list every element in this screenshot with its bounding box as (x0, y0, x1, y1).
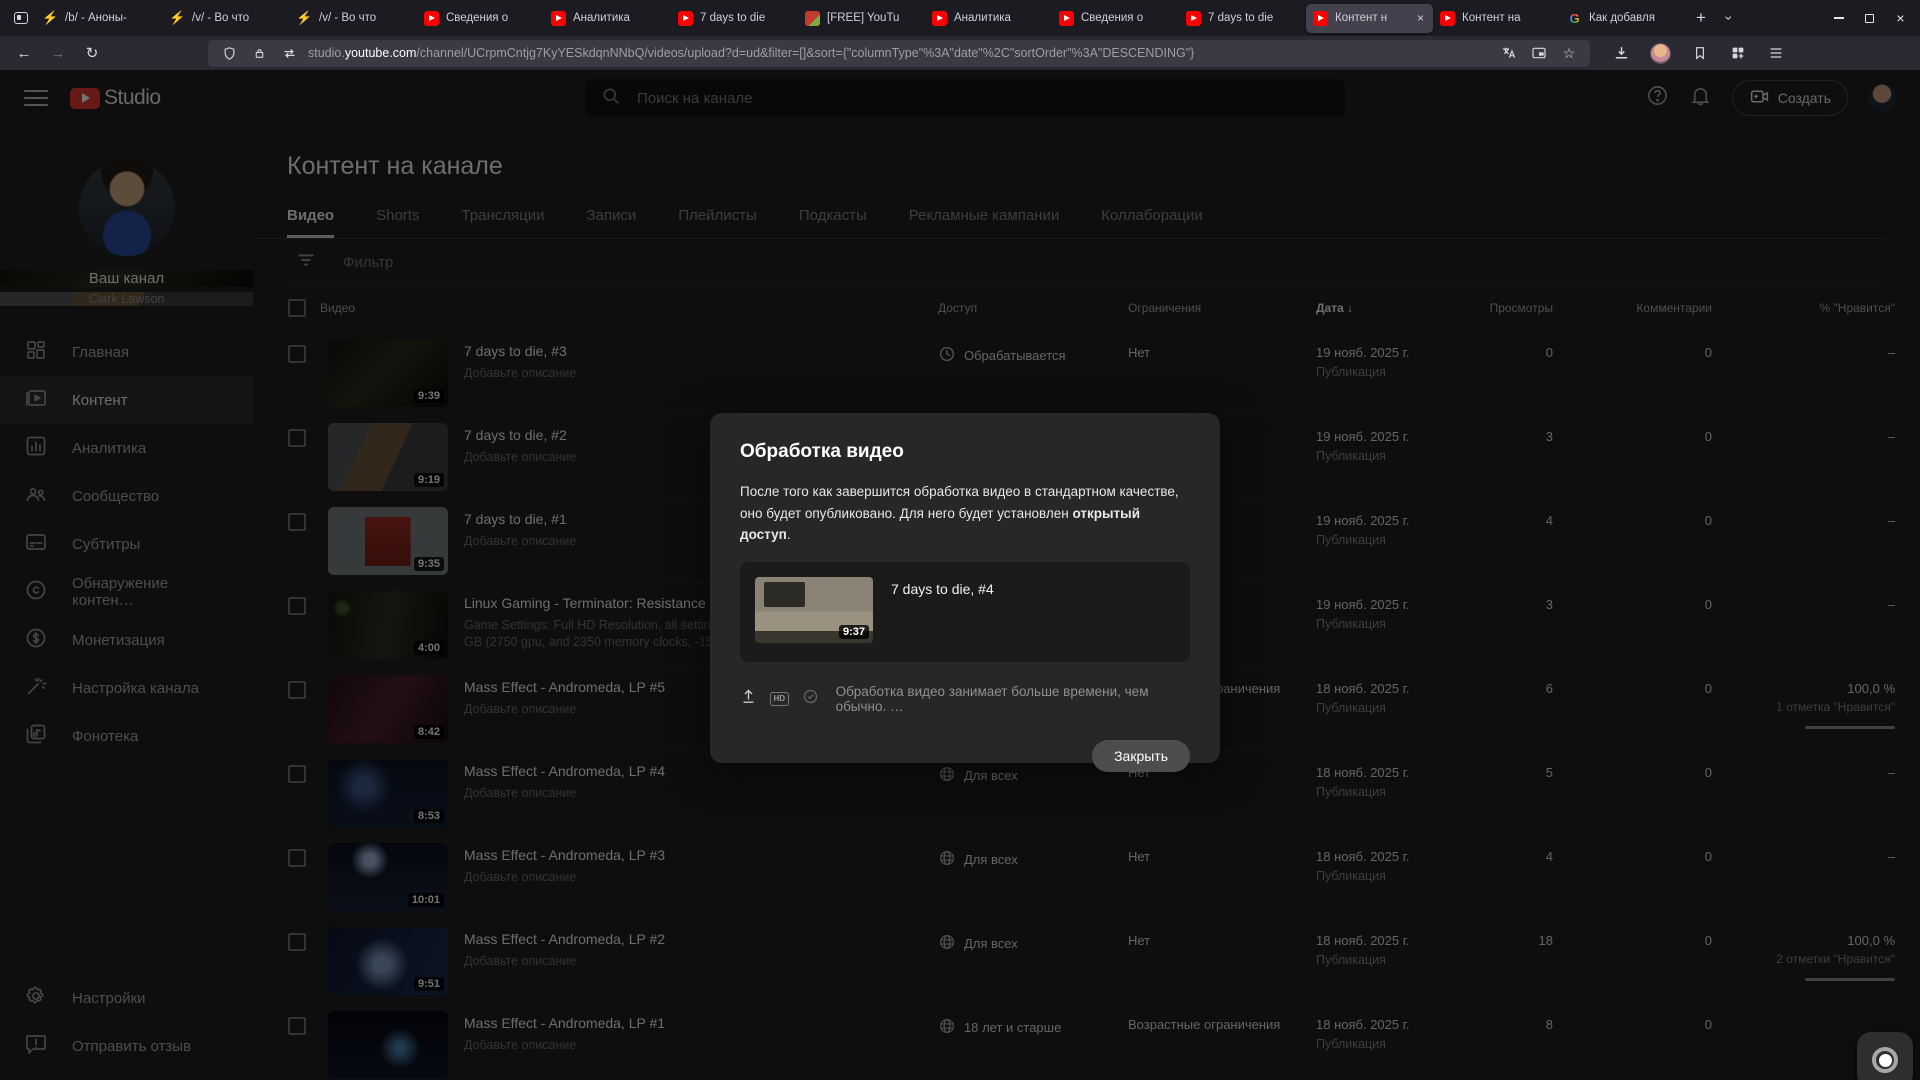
url-text: studio.youtube.com/channel/UCrpmCntjg7Ky… (308, 46, 1194, 60)
tab-label: [FREE] YouTu (827, 12, 918, 24)
shield-icon[interactable] (218, 42, 240, 64)
hamburger-menu-icon[interactable] (1765, 42, 1787, 64)
browser-tab-5[interactable]: Аналитика (544, 4, 671, 33)
hd-quality-icon: HD (770, 692, 789, 706)
firefox-view-icon[interactable] (6, 5, 36, 31)
youtube-favicon (1313, 11, 1328, 26)
youtube-favicon (678, 11, 693, 26)
tab-label: /b/ - Аноны- (65, 12, 156, 24)
permissions-icon[interactable] (278, 42, 300, 64)
window-controls: × (1823, 3, 1916, 33)
browser-tab-3[interactable]: ⚡ /v/ - Во что (290, 4, 417, 33)
youtube-favicon (1440, 11, 1455, 26)
lightning-favicon: ⚡ (170, 11, 185, 26)
browser-tab-11[interactable]: Контент н × (1306, 4, 1433, 33)
browser-profile-avatar[interactable] (1650, 43, 1671, 64)
youtube-favicon (932, 11, 947, 26)
window-maximize-button[interactable] (1854, 3, 1885, 33)
modal-status-row: HD Обработка видео занимает больше време… (740, 684, 1190, 714)
browser-tab-13[interactable]: G Как добавля (1560, 4, 1687, 33)
modal-video-title: 7 days to die, #4 (891, 577, 994, 647)
tab-label: Сведения о (446, 12, 537, 24)
downloads-icon[interactable] (1610, 42, 1632, 64)
youtube-favicon (1186, 11, 1201, 26)
browser-tab-7[interactable]: [FREE] YouTu (798, 4, 925, 33)
tab-label: Сведения о (1081, 12, 1172, 24)
browser-tab-1[interactable]: ⚡ /b/ - Аноны- (36, 4, 163, 33)
browser-tab-2[interactable]: ⚡ /v/ - Во что (163, 4, 290, 33)
window-close-button[interactable]: × (1885, 3, 1916, 33)
translate-icon[interactable] (1498, 42, 1520, 64)
youtube-favicon (551, 11, 566, 26)
modal-video-thumbnail: 9:37 (755, 577, 873, 643)
new-tab-button[interactable]: + (1687, 4, 1715, 32)
video-duration-badge: 9:37 (839, 625, 869, 639)
browser-tab-6[interactable]: 7 days to die (671, 4, 798, 33)
browser-tab-4[interactable]: Сведения о (417, 4, 544, 33)
modal-title: Обработка видео (740, 441, 1190, 463)
bookmark-star-icon[interactable]: ☆ (1558, 42, 1580, 64)
extension-icon[interactable] (1689, 42, 1711, 64)
screen-recorder-button[interactable] (1857, 1032, 1913, 1080)
browser-tab-bar: ⚡ /b/ - Аноны- ⚡ /v/ - Во что ⚡ /v/ - Во что С… (0, 0, 1920, 36)
tab-label: /v/ - Во что (192, 12, 283, 24)
youtube-favicon (424, 11, 439, 26)
tab-strip: ⚡ /b/ - Аноны- ⚡ /v/ - Во что ⚡ /v/ - Во что С… (36, 4, 1687, 33)
youtube-studio-page: Studio Поиск на канале Создать Ваш к (0, 70, 1920, 1080)
processing-modal: Обработка видео После того как завершитс… (710, 413, 1220, 763)
youtube-favicon (1059, 11, 1074, 26)
modal-close-button[interactable]: Закрыть (1092, 740, 1190, 772)
modal-body-text: После того как завершится обработка виде… (740, 481, 1190, 546)
url-bar[interactable]: studio.youtube.com/channel/UCrpmCntjg7Ky… (208, 40, 1590, 67)
tab-label: 7 days to die (1208, 12, 1299, 24)
processing-status-text: Обработка видео занимает больше времени,… (836, 684, 1190, 714)
check-circle-icon (802, 688, 819, 710)
modal-video-card: 9:37 7 days to die, #4 (740, 562, 1190, 662)
browser-tab-10[interactable]: 7 days to die (1179, 4, 1306, 33)
tab-label: Как добавля (1589, 12, 1680, 24)
google-favicon: G (1567, 11, 1582, 26)
browser-tab-9[interactable]: Сведения о (1052, 4, 1179, 33)
tab-label: Контент н (1335, 12, 1408, 24)
browser-tab-8[interactable]: Аналитика (925, 4, 1052, 33)
tab-close-icon[interactable]: × (1415, 11, 1426, 25)
tab-list-chevron-icon[interactable]: › (1715, 4, 1743, 32)
upload-icon (740, 688, 757, 710)
back-button[interactable]: ← (10, 40, 38, 66)
site-favicon (805, 11, 820, 26)
tab-label: /v/ - Во что (319, 12, 410, 24)
record-icon (1872, 1047, 1898, 1073)
browser-tab-12[interactable]: Контент на (1433, 4, 1560, 33)
lock-icon[interactable] (248, 42, 270, 64)
tab-label: Контент на (1462, 12, 1553, 24)
browser-toolbar: ← → ↻ studio.youtube.com/channel/UCrpmCn… (0, 36, 1920, 70)
tab-label: Аналитика (573, 12, 664, 24)
window-minimize-button[interactable] (1823, 3, 1854, 33)
tab-label: Аналитика (954, 12, 1045, 24)
picture-in-picture-icon[interactable] (1528, 42, 1550, 64)
forward-button[interactable]: → (44, 40, 72, 66)
lightning-favicon: ⚡ (297, 11, 312, 26)
tab-label: 7 days to die (700, 12, 791, 24)
extensions-menu-icon[interactable] (1727, 42, 1749, 64)
lightning-favicon: ⚡ (43, 11, 58, 26)
reload-button[interactable]: ↻ (78, 40, 106, 66)
